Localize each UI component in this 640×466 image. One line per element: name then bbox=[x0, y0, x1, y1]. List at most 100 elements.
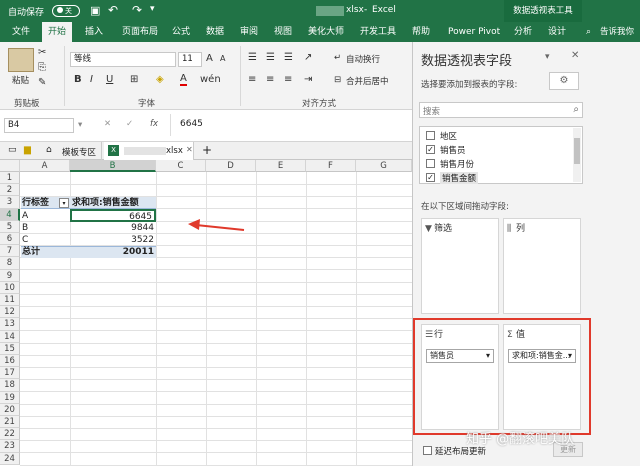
fx-icon[interactable]: fx bbox=[150, 119, 158, 129]
tab-workbook-file[interactable]: X xlsx ✕ bbox=[104, 142, 194, 160]
align-bottom-icon[interactable]: ☰ bbox=[284, 52, 293, 63]
tab-page-layout[interactable]: 页面布局 bbox=[122, 22, 158, 42]
save-icon[interactable]: ▣ bbox=[90, 4, 100, 17]
row-header[interactable]: 19 bbox=[0, 391, 20, 404]
row-header[interactable]: 7 bbox=[0, 245, 20, 258]
search-icon[interactable]: ⌕ bbox=[573, 104, 579, 115]
tab-power-pivot[interactable]: Power Pivot bbox=[448, 22, 500, 42]
pivot-row-value[interactable]: 9844 bbox=[70, 222, 154, 234]
qat-more-icon[interactable]: ▾ bbox=[150, 4, 155, 14]
name-box[interactable]: B4 bbox=[4, 118, 74, 133]
enter-icon[interactable]: ✓ bbox=[126, 119, 133, 129]
row-header[interactable]: 23 bbox=[0, 440, 20, 453]
add-tab-icon[interactable]: + bbox=[202, 143, 212, 157]
row-header[interactable]: 6 bbox=[0, 233, 20, 246]
field-checkbox-3[interactable] bbox=[426, 159, 435, 168]
tab-design[interactable]: 设计 bbox=[548, 22, 566, 42]
tab-formulas[interactable]: 公式 bbox=[172, 22, 190, 42]
tab-insert[interactable]: 插入 bbox=[85, 22, 103, 42]
tab-beautify[interactable]: 美化大师 bbox=[308, 22, 344, 42]
row-header[interactable]: 4 bbox=[0, 208, 20, 221]
tab-review[interactable]: 审阅 bbox=[240, 22, 258, 42]
columns-area[interactable]: ⫼ 列 bbox=[503, 218, 581, 314]
font-color-button[interactable]: A bbox=[180, 73, 187, 86]
col-header-c[interactable]: C bbox=[156, 160, 206, 172]
cancel-icon[interactable]: ✕ bbox=[104, 119, 111, 129]
tab-template[interactable]: ⌂ 模板专区 bbox=[40, 142, 102, 160]
row-header[interactable]: 22 bbox=[0, 428, 20, 441]
tab-home[interactable]: 开始 bbox=[42, 22, 73, 42]
shrink-font-icon[interactable]: A bbox=[220, 54, 225, 63]
align-middle-icon[interactable]: ☰ bbox=[266, 52, 275, 63]
row-header[interactable]: 18 bbox=[0, 379, 20, 392]
format-painter-icon[interactable]: ✎ bbox=[38, 77, 46, 88]
row-header[interactable]: 17 bbox=[0, 367, 20, 380]
row-header[interactable]: 15 bbox=[0, 342, 20, 355]
field-label[interactable]: 销售月份 bbox=[440, 158, 474, 170]
col-header-d[interactable]: D bbox=[206, 160, 256, 172]
redo-icon[interactable]: ↷ bbox=[132, 3, 142, 17]
paste-icon[interactable] bbox=[8, 48, 34, 72]
field-checkbox-2[interactable]: ✓ bbox=[426, 145, 435, 154]
namebox-dropdown-icon[interactable]: ▾ bbox=[78, 120, 82, 130]
row-header[interactable]: 13 bbox=[0, 318, 20, 331]
filters-area[interactable]: ▼ 筛选 bbox=[421, 218, 499, 314]
tab-help[interactable]: 帮助 bbox=[412, 22, 430, 42]
close-tab-icon[interactable]: ✕ bbox=[186, 145, 193, 154]
pivot-row-value[interactable]: 3522 bbox=[70, 234, 154, 246]
defer-update-checkbox[interactable] bbox=[423, 446, 432, 455]
tell-me[interactable]: 告诉我你想 bbox=[600, 22, 640, 57]
indent-icon[interactable]: ⇥ bbox=[304, 74, 312, 85]
phonetic-icon[interactable]: wén bbox=[200, 74, 221, 85]
autosave-toggle[interactable]: 关 bbox=[52, 5, 80, 17]
pane-close-icon[interactable]: ✕ bbox=[571, 50, 579, 61]
tab-developer[interactable]: 开发工具 bbox=[360, 22, 396, 42]
folder-icon[interactable]: ▆ bbox=[24, 145, 31, 155]
col-header-g[interactable]: G bbox=[356, 160, 412, 172]
row-header[interactable]: 3 bbox=[0, 196, 20, 209]
col-header-b[interactable]: B bbox=[70, 160, 156, 172]
grow-font-icon[interactable]: A bbox=[206, 53, 213, 64]
orientation-icon[interactable]: ↗ bbox=[304, 52, 312, 63]
wrap-text-icon[interactable]: ↵ bbox=[334, 53, 341, 63]
row-header[interactable]: 11 bbox=[0, 294, 20, 307]
align-left-icon[interactable]: ≡ bbox=[248, 74, 256, 85]
field-label[interactable]: 地区 bbox=[440, 130, 457, 142]
field-checkbox-4[interactable]: ✓ bbox=[426, 173, 435, 182]
fill-color-icon[interactable]: ◈ bbox=[156, 74, 164, 85]
tab-data[interactable]: 数据 bbox=[206, 22, 224, 42]
tab-analyze[interactable]: 分析 bbox=[514, 22, 532, 42]
col-header-f[interactable]: F bbox=[306, 160, 356, 172]
pivot-total-value[interactable]: 20011 bbox=[70, 246, 154, 258]
row-header[interactable]: 9 bbox=[0, 269, 20, 282]
font-size-select[interactable]: 11 bbox=[178, 52, 202, 67]
col-header-a[interactable]: A bbox=[20, 160, 70, 172]
row-header[interactable]: 14 bbox=[0, 330, 20, 343]
merge-icon[interactable]: ⊟ bbox=[334, 75, 341, 85]
align-top-icon[interactable]: ☰ bbox=[248, 52, 257, 63]
pane-options-icon[interactable]: ▾ bbox=[545, 52, 550, 62]
font-name-select[interactable]: 等线 bbox=[70, 52, 176, 67]
field-label[interactable]: 销售金额 bbox=[440, 172, 479, 184]
field-checkbox-1[interactable] bbox=[426, 131, 435, 140]
italic-button[interactable]: I bbox=[90, 74, 93, 85]
tab-file[interactable]: 文件 bbox=[12, 22, 30, 42]
row-header[interactable]: 21 bbox=[0, 416, 20, 429]
search-icon[interactable]: ⌕ bbox=[586, 22, 591, 42]
gear-icon[interactable]: ⚙ bbox=[549, 72, 579, 90]
row-header[interactable]: 5 bbox=[0, 220, 20, 233]
borders-icon[interactable]: ⊞ bbox=[130, 74, 138, 85]
align-center-icon[interactable]: ≡ bbox=[266, 74, 274, 85]
select-all-corner[interactable] bbox=[0, 160, 20, 172]
selected-cell-b4[interactable]: 6645 bbox=[70, 209, 156, 222]
row-header[interactable]: 1 bbox=[0, 172, 20, 185]
undo-icon[interactable]: ↶ bbox=[108, 3, 118, 17]
copy-icon[interactable]: ⎘ bbox=[38, 62, 46, 73]
filter-dropdown-icon[interactable]: ▾ bbox=[59, 198, 69, 208]
tab-view[interactable]: 视图 bbox=[274, 22, 292, 42]
field-label[interactable]: 销售员 bbox=[440, 144, 466, 156]
merge-center-button[interactable]: 合并后居中 bbox=[346, 75, 389, 87]
paste-button[interactable]: 粘贴 bbox=[12, 74, 29, 86]
field-search-input[interactable]: 搜索 ⌕ bbox=[419, 102, 583, 118]
underline-button[interactable]: U bbox=[106, 74, 113, 85]
